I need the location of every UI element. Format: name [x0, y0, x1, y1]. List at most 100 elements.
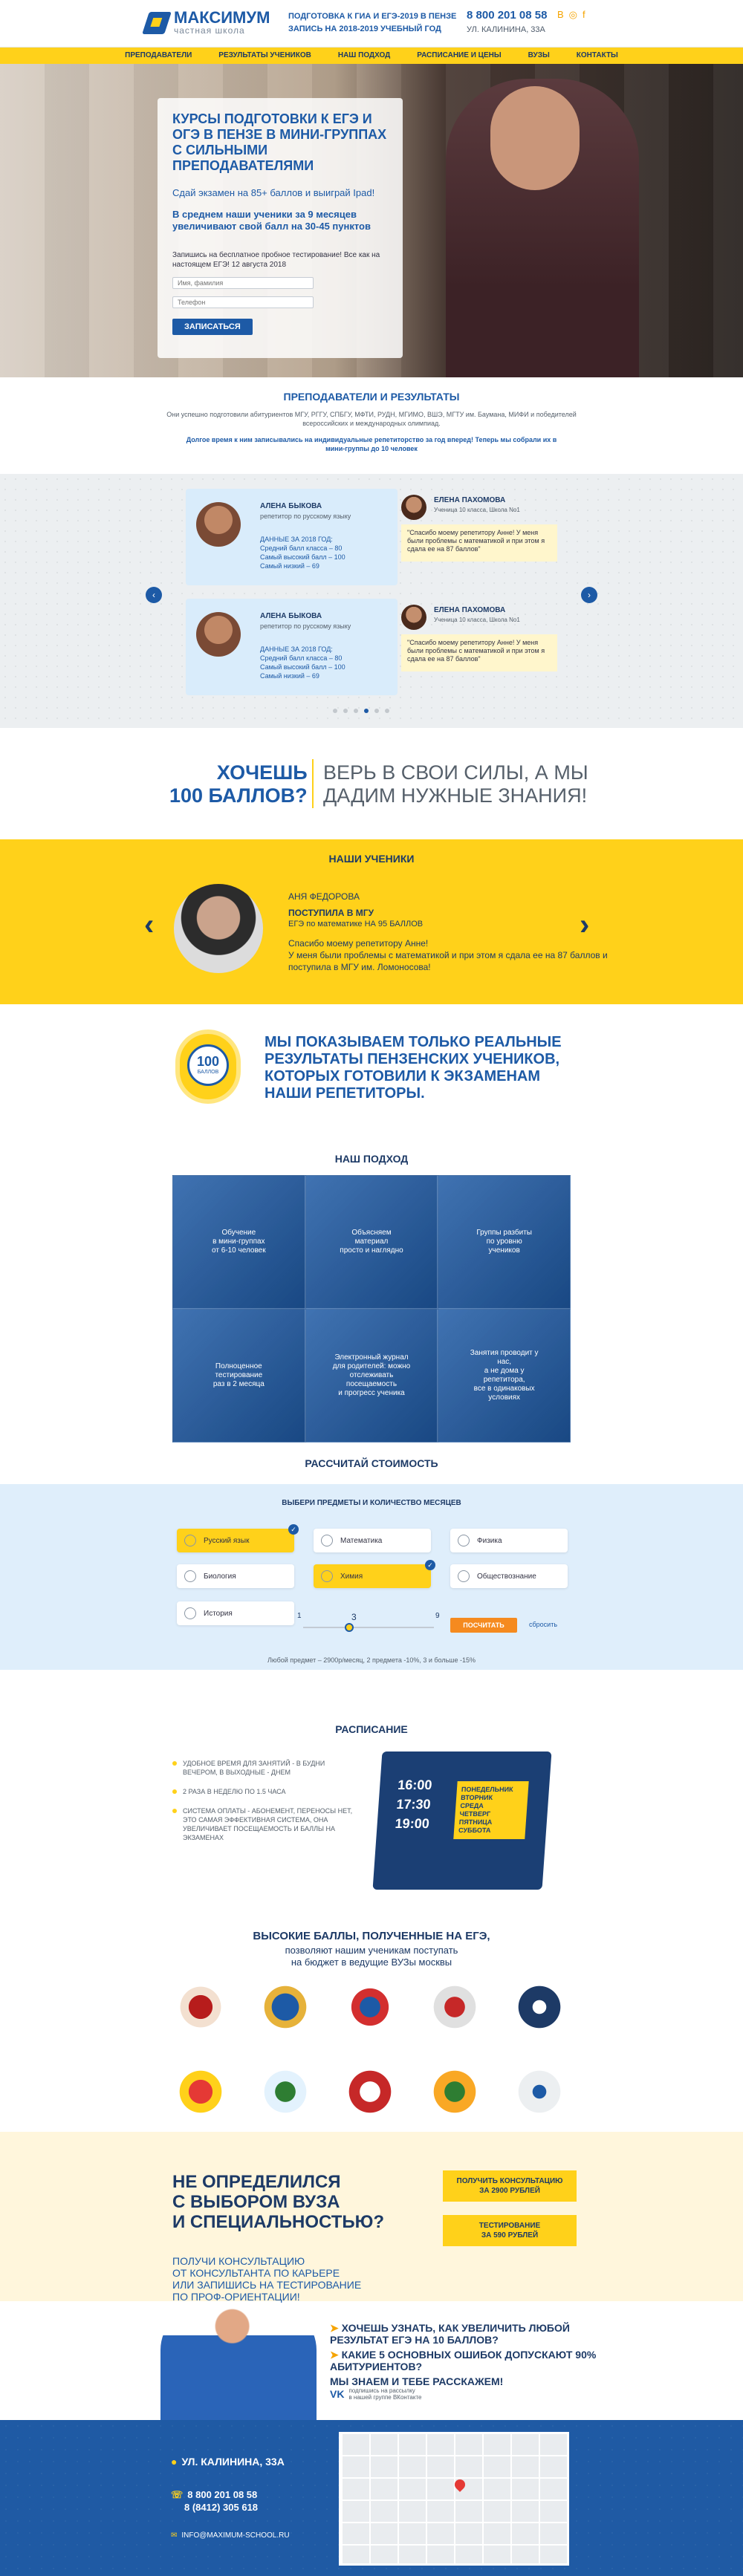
- slider-dot[interactable]: [343, 709, 348, 713]
- student-review: ЕЛЕНА ПАХОМОВА Ученица 10 класса, Школа …: [401, 489, 557, 585]
- students-title: НАШИ УЧЕНИКИ: [328, 853, 415, 865]
- subject-history[interactable]: История: [177, 1601, 294, 1625]
- newsletter-section: ➤ ХОЧЕШЬ УЗНАТЬ, КАК УВЕЛИЧИТЬ ЛЮБОЙ РЕЗ…: [0, 2301, 743, 2420]
- footer-phones[interactable]: ☏ 8 800 201 08 58 8 (8412) 305 618: [171, 2488, 258, 2514]
- calculate-button[interactable]: ПОСЧИТАТЬ: [450, 1618, 517, 1633]
- slider-dot[interactable]: [354, 709, 358, 713]
- real-results-section: 100 БАЛЛОВ МЫ ПОКАЗЫВАЕМ ТОЛЬКО РЕАЛЬНЫЕ…: [0, 1004, 743, 1145]
- check-icon: ✓: [425, 1560, 435, 1570]
- university-logo: [262, 1983, 309, 2031]
- newsletter-line: ➤ КАКИЕ 5 ОСНОВНЫХ ОШИБОК ДОПУСКАЮТ 90% …: [330, 2349, 627, 2372]
- subject-physics[interactable]: Физика: [450, 1529, 568, 1552]
- motivation-left: ХОЧЕШЬ 100 БАЛЛОВ?: [169, 761, 308, 807]
- name-input[interactable]: [172, 277, 314, 289]
- bullet-icon: ➤: [330, 2349, 342, 2361]
- instagram-icon[interactable]: ◎: [569, 9, 577, 21]
- slider-prev-icon[interactable]: ‹: [146, 587, 162, 603]
- subject-math[interactable]: Математика: [314, 1529, 431, 1552]
- footer-address-text: УЛ. КАЛИНИНА, 33А: [181, 2456, 285, 2468]
- slider-dot[interactable]: [385, 709, 389, 713]
- subject-label: Химия: [340, 1572, 363, 1581]
- approach-text: Группы разбиты по уровню учеников: [476, 1229, 532, 1255]
- teacher-role: репетитор по русскому языку: [260, 513, 351, 520]
- site-header: МАКСИМУМ частная школа ПОДГОТОВКА К ГИА …: [0, 0, 743, 48]
- university-logo: [346, 1983, 394, 2031]
- teacher-card: АЛЕНА БЫКОВА репетитор по русскому языку…: [186, 599, 557, 695]
- nav-schedule[interactable]: РАСПИСАНИЕ И ЦЕНЫ: [403, 48, 514, 64]
- subject-social[interactable]: Обществознание: [450, 1564, 568, 1588]
- months-slider-handle[interactable]: [344, 1623, 354, 1632]
- slider-dot-active[interactable]: [364, 709, 369, 713]
- universities-section: ВЫСОКИЕ БАЛЛЫ, ПОЛУЧЕННЫЕ НА ЕГЭ, позвол…: [0, 1922, 743, 2132]
- slider-dot[interactable]: [333, 709, 337, 713]
- approach-text: Объясняем материал просто и наглядно: [340, 1229, 403, 1255]
- badge-label: БАЛЛОВ: [197, 1070, 219, 1075]
- subject-russian[interactable]: Русский язык ✓: [177, 1524, 299, 1552]
- students-prev-icon[interactable]: ‹: [144, 910, 154, 940]
- vk-subscribe-text: подпишись на рассылку в нашей группе ВКо…: [348, 2387, 422, 2401]
- student-review: ЕЛЕНА ПАХОМОВА Ученица 10 класса, Школа …: [401, 599, 557, 695]
- social-links: В ◎ f: [557, 9, 585, 21]
- footer-email-text: INFO@MAXIMUM-SCHOOL.RU: [181, 2531, 290, 2540]
- months-max: 9: [435, 1612, 440, 1620]
- approach-tile: Электронный журнал для родителей: можно …: [305, 1309, 438, 1443]
- student-name: ЕЛЕНА ПАХОМОВА: [434, 496, 506, 504]
- consult-button[interactable]: ПОЛУЧИТЬ КОНСУЛЬТАЦИЮ ЗА 2900 РУБЛЕЙ: [443, 2170, 577, 2202]
- student-achievement: ПОСТУПИЛА В МГУ: [288, 908, 374, 918]
- vk-icon: VK: [330, 2388, 345, 2400]
- divider: [312, 759, 314, 808]
- header-phone[interactable]: 8 800 201 08 58: [467, 9, 547, 22]
- university-logo: [177, 1983, 224, 2031]
- teacher-avatar: [196, 612, 241, 657]
- tagline-line-2: ЗАПИСЬ НА 2018-2019 УЧЕБНЫЙ ГОД: [288, 25, 441, 33]
- main-nav: ПРЕПОДАВАТЕЛИ РЕЗУЛЬТАТЫ УЧЕНИКОВ НАШ ПО…: [0, 48, 743, 64]
- slider-dot[interactable]: [374, 709, 379, 713]
- university-logo: [346, 2068, 394, 2115]
- location-icon: ●: [171, 2456, 178, 2468]
- nav-teachers[interactable]: ПРЕПОДАВАТЕЛИ: [111, 48, 205, 64]
- schedule-item: УДОБНОЕ ВРЕМЯ ДЛЯ ЗАНЯТИЙ - В БУДНИ ВЕЧЕ…: [172, 1759, 358, 1777]
- teachers-section: ПРЕПОДАВАТЕЛИ И РЕЗУЛЬТАТЫ Они успешно п…: [0, 377, 743, 474]
- nav-contacts[interactable]: КОНТАКТЫ: [563, 48, 632, 64]
- nav-universities[interactable]: ВУЗЫ: [515, 48, 563, 64]
- months-slider-track[interactable]: [303, 1627, 434, 1628]
- approach-tile: Полноценное тестирование раз в 2 месяца: [172, 1309, 305, 1443]
- subject-chemistry[interactable]: Химия ✓: [314, 1560, 435, 1588]
- student-name: АНЯ ФЕДОРОВА: [288, 891, 360, 902]
- career-section: НЕ ОПРЕДЕЛИЛСЯ С ВЫБОРОМ ВУЗА И СПЕЦИАЛЬ…: [0, 2132, 743, 2303]
- badge-number: 100: [196, 1054, 220, 1069]
- subject-label: Физика: [477, 1536, 502, 1545]
- teacher-name: АЛЕНА БЫКОВА: [260, 612, 322, 620]
- footer-email[interactable]: ✉ INFO@MAXIMUM-SCHOOL.RU: [171, 2531, 290, 2540]
- approach-tile: Группы разбиты по уровню учеников: [438, 1175, 571, 1309]
- reset-link[interactable]: сбросить: [529, 1621, 557, 1628]
- approach-section: НАШ ПОДХОД Обучение в мини-группах от 6-…: [0, 1145, 743, 1457]
- university-logo: [516, 1983, 563, 2031]
- student-name: ЕЛЕНА ПАХОМОВА: [434, 606, 506, 614]
- hero-section: КУРСЫ ПОДГОТОВКИ К ЕГЭ И ОГЭ В ПЕНЗЕ В М…: [0, 64, 743, 377]
- approach-tile: Объясняем материал просто и наглядно: [305, 1175, 438, 1309]
- subject-biology[interactable]: Биология: [177, 1564, 294, 1588]
- nav-results[interactable]: РЕЗУЛЬТАТЫ УЧЕНИКОВ: [205, 48, 325, 64]
- teachers-title: ПРЕПОДАВАТЕЛИ И РЕЗУЛЬТАТЫ: [283, 391, 460, 403]
- student-avatar: [401, 495, 426, 520]
- slider-next-icon[interactable]: ›: [581, 587, 597, 603]
- schedule-times: 16:00 17:30 19:00: [395, 1777, 433, 1831]
- signup-button[interactable]: ЗАПИСАТЬСЯ: [172, 319, 253, 335]
- footer-map[interactable]: [339, 2432, 569, 2566]
- newsletter-line: ➤ ХОЧЕШЬ УЗНАТЬ, КАК УВЕЛИЧИТЬ ЛЮБОЙ РЕЗ…: [330, 2322, 627, 2346]
- student-quote: "Спасибо моему репетитору Анне! У меня б…: [401, 524, 557, 562]
- nav-approach[interactable]: НАШ ПОДХОД: [325, 48, 403, 64]
- logo[interactable]: МАКСИМУМ частная школа: [142, 10, 270, 36]
- people-icon: [458, 1570, 470, 1582]
- facebook-icon[interactable]: f: [583, 9, 585, 21]
- phone-input[interactable]: [172, 296, 314, 308]
- hero-signup-card: КУРСЫ ПОДГОТОВКИ К ЕГЭ И ОГЭ В ПЕНЗЕ В М…: [158, 98, 403, 358]
- students-next-icon[interactable]: ›: [580, 910, 589, 940]
- approach-tile: Обучение в мини-группах от 6-10 человек: [172, 1175, 305, 1309]
- vk-icon[interactable]: В: [557, 9, 564, 21]
- testing-button[interactable]: ТЕСТИРОВАНИЕ ЗА 590 РУБЛЕЙ: [443, 2215, 577, 2246]
- teacher-stats: ДАННЫЕ ЗА 2018 ГОД: Средний балл класса …: [260, 645, 345, 680]
- medal-icon: 100 БАЛЛОВ: [175, 1030, 241, 1104]
- vk-subscribe[interactable]: VK подпишись на рассылку в нашей группе В…: [330, 2387, 421, 2401]
